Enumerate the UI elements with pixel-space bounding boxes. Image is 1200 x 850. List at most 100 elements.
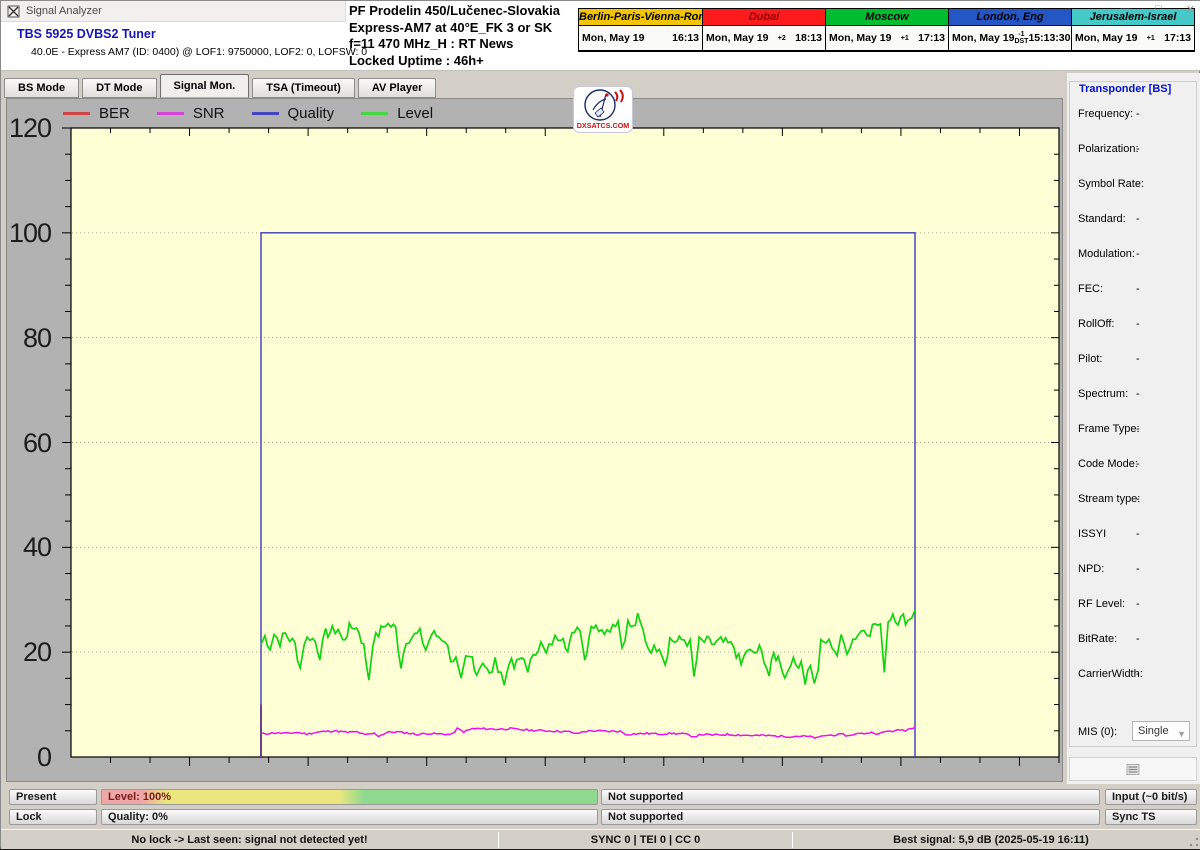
resize-grip[interactable]: [1189, 830, 1200, 849]
chevron-down-icon: ▼: [1177, 725, 1186, 743]
close-icon[interactable]: ✕: [1186, 3, 1195, 16]
transponder-field-npd: NPD: -: [1070, 563, 1198, 579]
mis-label: MIS (0):: [1078, 726, 1117, 738]
tab-bs-mode[interactable]: BS Mode: [4, 78, 79, 98]
clock-time: Mon, May 19+1 17:13: [1072, 26, 1194, 50]
field-value: -: [1136, 668, 1140, 680]
maximize-icon[interactable]: □: [1155, 3, 1162, 16]
dxsatcs-logo: DXSATCS.COM: [573, 86, 633, 133]
mis-dropdown[interactable]: Single ▼: [1132, 721, 1190, 741]
transponder-field-pilot: Pilot: -: [1070, 353, 1198, 369]
clock-value: 16:13: [672, 32, 699, 44]
field-label: Modulation:: [1078, 248, 1135, 260]
panel-tool-button[interactable]: [1069, 757, 1197, 781]
signal-chart: [54, 116, 1064, 771]
field-label: ISSYI: [1078, 528, 1106, 540]
field-label: Stream type:: [1078, 493, 1140, 505]
clock-city: Dubai: [703, 9, 825, 26]
reception-info: PF Prodelin 450/Lučenec-SlovakiaExpress-…: [349, 3, 560, 69]
minimize-icon[interactable]: —: [1120, 3, 1131, 16]
mis-value: Single: [1138, 725, 1169, 737]
y-axis-labels: 020406080100120: [7, 99, 51, 783]
field-value: -: [1136, 493, 1140, 505]
legend-swatch-icon: [63, 112, 90, 115]
clock-value: 15:13:30: [1028, 32, 1070, 44]
clock-time: Mon, May 19+1 17:13: [826, 26, 948, 50]
header: Signal Analyzer — □ ✕ TBS 5925 DVBS2 Tun…: [1, 1, 1200, 71]
clock-city: Berlin-Paris-Vienna-Roma: [579, 9, 702, 26]
legend-swatch-icon: [157, 112, 184, 115]
field-label: FEC:: [1078, 283, 1103, 295]
info-line: f=11 470 MHz_H : RT News: [349, 36, 560, 53]
y-axis-tick-label: 120: [7, 113, 51, 143]
level-progressbar: Level: 100%: [101, 789, 598, 805]
field-label: Standard:: [1078, 213, 1126, 225]
clock-moscow: Moscow Mon, May 19+1 17:13: [825, 9, 948, 51]
transponder-field-frame-type: Frame Type: -: [1070, 423, 1198, 439]
field-value: -: [1136, 318, 1140, 330]
info-line: Locked Uptime : 46h+: [349, 53, 560, 70]
y-axis-tick-label: 80: [7, 323, 51, 353]
field-label: BitRate:: [1078, 633, 1117, 645]
tab-av-player[interactable]: AV Player: [358, 78, 437, 98]
y-axis-tick-label: 100: [7, 218, 51, 248]
field-value: -: [1136, 353, 1140, 365]
sync-ts-indicator: Sync TS: [1105, 809, 1197, 825]
clock-date: Mon, May 19: [829, 32, 891, 44]
clock-time: Mon, May 19-1DST 15:13:30: [949, 26, 1071, 50]
clock-value: 17:13: [918, 32, 945, 44]
tab-dt-mode[interactable]: DT Mode: [82, 78, 156, 98]
transponder-field-spectrum: Spectrum: -: [1070, 388, 1198, 404]
app-icon: [7, 5, 20, 18]
field-value: -: [1136, 458, 1140, 470]
transponder-panel: Transponder [BS] MIS (0): Single ▼ Frequ…: [1067, 73, 1200, 784]
transponder-title: Transponder [BS]: [1076, 83, 1174, 95]
tab-signal-mon[interactable]: Signal Mon.: [160, 74, 250, 98]
clock-value: 17:13: [1164, 32, 1191, 44]
status-rows: Present Level: 100% Not supported Input …: [1, 784, 1200, 829]
list-icon: [1126, 764, 1140, 775]
signal-chart-panel: BER SNR Quality Level 020406080100120 DX…: [6, 98, 1063, 782]
clock-date: Mon, May 19: [952, 32, 1014, 44]
field-value: -: [1136, 423, 1140, 435]
transponder-field-stream-type: Stream type: -: [1070, 493, 1198, 509]
field-value: -: [1136, 213, 1140, 225]
clock-offset: -1DST: [1014, 31, 1028, 45]
status-bar: No lock -> Last seen: signal not detecte…: [1, 829, 1200, 849]
clock-date: Mon, May 19: [582, 32, 644, 44]
info-line: PF Prodelin 450/Lučenec-Slovakia: [349, 3, 560, 20]
transponder-field-issyi: ISSYI -: [1070, 528, 1198, 544]
field-label: CarrierWidth:: [1078, 668, 1143, 680]
world-clocks: Berlin-Paris-Vienna-Roma Mon, May 19 16:…: [578, 8, 1195, 52]
field-label: RF Level:: [1078, 598, 1125, 610]
clock-city: Moscow: [826, 9, 948, 26]
transponder-field-fec: FEC: -: [1070, 283, 1198, 299]
field-value: -: [1136, 108, 1140, 120]
transponder-field-rolloff: RollOff: -: [1070, 318, 1198, 334]
not-supported-bar-1: Not supported: [601, 789, 1100, 805]
transponder-field-polarization: Polarization: -: [1070, 143, 1198, 159]
y-axis-tick-label: 60: [7, 428, 51, 458]
field-value: -: [1136, 598, 1140, 610]
field-value: -: [1136, 528, 1140, 540]
transponder-field-modulation: Modulation: -: [1070, 248, 1198, 264]
clock-london-eng: London, Eng Mon, May 19-1DST 15:13:30: [948, 9, 1071, 51]
transponder-field-bitrate: BitRate: -: [1070, 633, 1198, 649]
field-label: Frequency:: [1078, 108, 1133, 120]
clock-value: 18:13: [795, 32, 822, 44]
field-value: -: [1136, 178, 1140, 190]
field-value: -: [1136, 248, 1140, 260]
clock-time: Mon, May 19+2 18:13: [703, 26, 825, 50]
not-supported-bar-2: Not supported: [601, 809, 1100, 825]
transponder-field-standard: Standard: -: [1070, 213, 1198, 229]
legend-swatch-icon: [252, 112, 279, 115]
clock-offset: +1: [1137, 35, 1164, 42]
signal-analyzer-app: { "window": { "title": "Signal Analyzer"…: [0, 0, 1200, 850]
tab-tsa-timeout[interactable]: TSA (Timeout): [252, 78, 355, 98]
clock-date: Mon, May 19: [1075, 32, 1137, 44]
field-value: -: [1136, 388, 1140, 400]
transponder-field-code-mode: Code Mode: -: [1070, 458, 1198, 474]
tuner-title: TBS 5925 DVBS2 Tuner: [17, 27, 156, 41]
input-rate-indicator: Input (~0 bit/s): [1105, 789, 1197, 805]
info-line: Express-AM7 at 40°E_FK 3 or SK: [349, 20, 560, 37]
